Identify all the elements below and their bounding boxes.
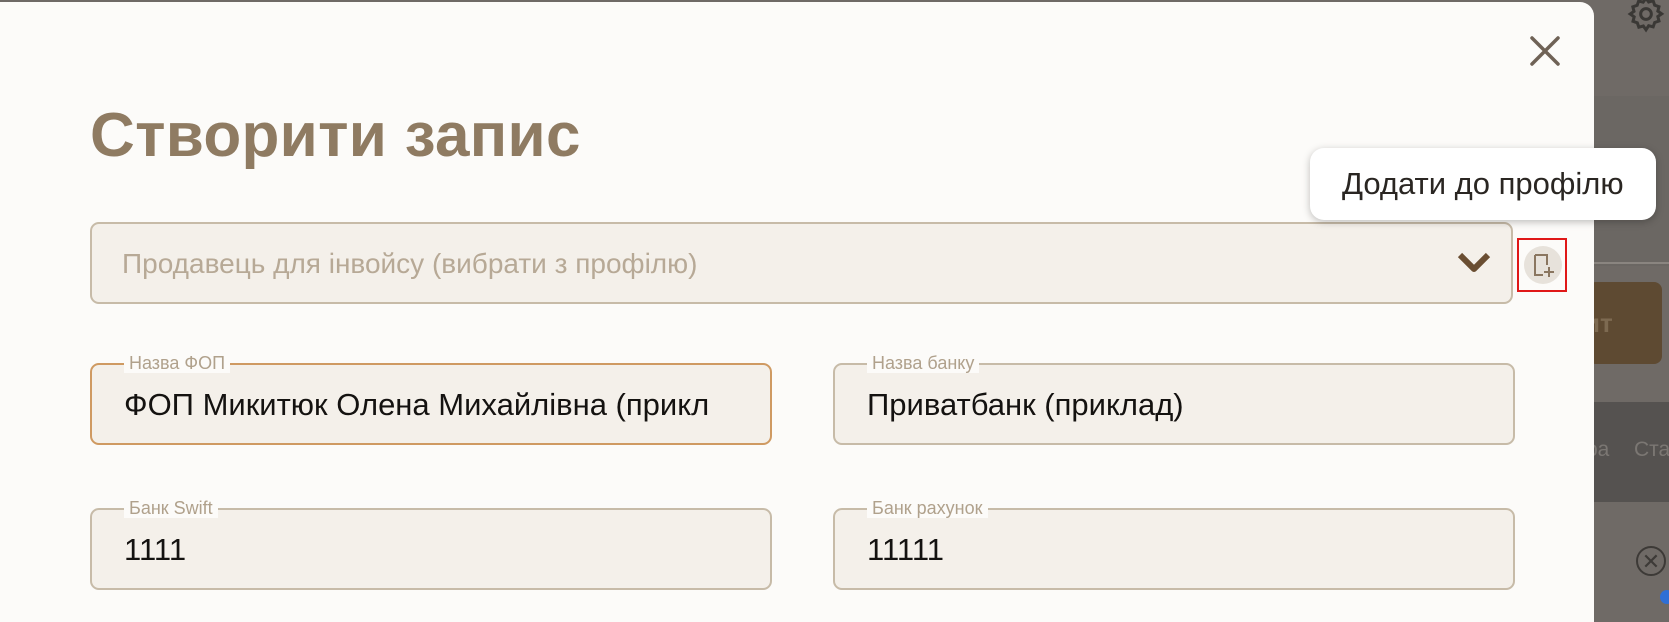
fop-name-value: ФОП Микитюк Олена Михайлівна (прикл (124, 387, 710, 422)
add-document-icon (1534, 254, 1554, 277)
fop-name-field[interactable]: Назва ФОП ФОП Микитюк Олена Михайлівна (… (90, 353, 772, 445)
bank-name-value: Приватбанк (приклад) (867, 387, 1184, 422)
background-header-text: Ста (1634, 438, 1669, 461)
bank-name-field[interactable]: Назва банку Приватбанк (приклад) (833, 353, 1515, 445)
gear-icon[interactable] (1626, 0, 1666, 34)
background-close-icon[interactable]: ✕ (1636, 546, 1666, 576)
background-action-button[interactable]: ит (1584, 282, 1662, 364)
close-button[interactable] (1526, 32, 1564, 70)
background-blue-badge (1660, 590, 1669, 604)
bank-swift-field[interactable]: Банк Swift 1111 (90, 498, 772, 590)
seller-select-placeholder: Продавець для інвойсу (вибрати з профілю… (122, 248, 698, 279)
background-divider (1590, 262, 1669, 264)
bank-account-value: 11111 (867, 532, 945, 567)
close-icon (1530, 36, 1560, 66)
seller-select[interactable]: Продавець для інвойсу (вибрати з профілю… (90, 222, 1513, 304)
bank-account-field[interactable]: Банк рахунок 11111 (833, 498, 1515, 590)
add-to-profile-button[interactable] (1517, 238, 1567, 292)
chevron-down-icon (1457, 252, 1491, 272)
add-to-profile-tooltip: Додати до профілю (1310, 148, 1656, 220)
modal-title: Створити запис (90, 101, 581, 170)
bank-swift-value: 1111 (124, 532, 187, 567)
create-record-modal: Створити запис Продавець для інвойсу (ви… (0, 2, 1656, 622)
